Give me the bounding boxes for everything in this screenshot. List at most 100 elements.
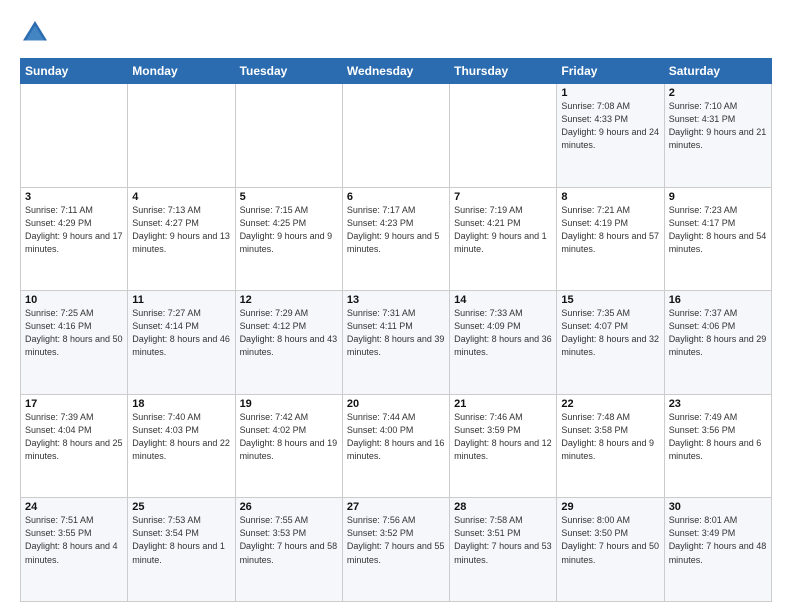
- calendar-week-3: 17Sunrise: 7:39 AM Sunset: 4:04 PM Dayli…: [21, 394, 772, 498]
- calendar-cell: 8Sunrise: 7:21 AM Sunset: 4:19 PM Daylig…: [557, 187, 664, 291]
- day-info: Sunrise: 7:11 AM Sunset: 4:29 PM Dayligh…: [25, 204, 123, 256]
- day-number: 20: [347, 398, 445, 410]
- day-number: 29: [561, 501, 659, 513]
- page: SundayMondayTuesdayWednesdayThursdayFrid…: [0, 0, 792, 612]
- day-number: 8: [561, 191, 659, 203]
- day-number: 13: [347, 294, 445, 306]
- day-number: 2: [669, 87, 767, 99]
- day-info: Sunrise: 7:48 AM Sunset: 3:58 PM Dayligh…: [561, 411, 659, 463]
- calendar-cell: 6Sunrise: 7:17 AM Sunset: 4:23 PM Daylig…: [342, 187, 449, 291]
- calendar-week-4: 24Sunrise: 7:51 AM Sunset: 3:55 PM Dayli…: [21, 498, 772, 602]
- day-number: 3: [25, 191, 123, 203]
- day-info: Sunrise: 7:15 AM Sunset: 4:25 PM Dayligh…: [240, 204, 338, 256]
- calendar-cell: 26Sunrise: 7:55 AM Sunset: 3:53 PM Dayli…: [235, 498, 342, 602]
- calendar-header-friday: Friday: [557, 59, 664, 84]
- calendar-header-saturday: Saturday: [664, 59, 771, 84]
- calendar-cell: [450, 84, 557, 188]
- day-number: 22: [561, 398, 659, 410]
- calendar-cell: 25Sunrise: 7:53 AM Sunset: 3:54 PM Dayli…: [128, 498, 235, 602]
- day-info: Sunrise: 7:37 AM Sunset: 4:06 PM Dayligh…: [669, 307, 767, 359]
- day-number: 27: [347, 501, 445, 513]
- day-number: 4: [132, 191, 230, 203]
- header: [20, 18, 772, 48]
- day-info: Sunrise: 7:13 AM Sunset: 4:27 PM Dayligh…: [132, 204, 230, 256]
- day-number: 21: [454, 398, 552, 410]
- calendar-cell: 17Sunrise: 7:39 AM Sunset: 4:04 PM Dayli…: [21, 394, 128, 498]
- calendar-cell: 11Sunrise: 7:27 AM Sunset: 4:14 PM Dayli…: [128, 291, 235, 395]
- calendar-cell: 9Sunrise: 7:23 AM Sunset: 4:17 PM Daylig…: [664, 187, 771, 291]
- day-info: Sunrise: 7:25 AM Sunset: 4:16 PM Dayligh…: [25, 307, 123, 359]
- calendar-cell: 4Sunrise: 7:13 AM Sunset: 4:27 PM Daylig…: [128, 187, 235, 291]
- day-info: Sunrise: 7:39 AM Sunset: 4:04 PM Dayligh…: [25, 411, 123, 463]
- day-number: 18: [132, 398, 230, 410]
- day-number: 24: [25, 501, 123, 513]
- day-number: 12: [240, 294, 338, 306]
- day-info: Sunrise: 7:10 AM Sunset: 4:31 PM Dayligh…: [669, 100, 767, 152]
- calendar-cell: 16Sunrise: 7:37 AM Sunset: 4:06 PM Dayli…: [664, 291, 771, 395]
- day-number: 7: [454, 191, 552, 203]
- calendar-cell: [235, 84, 342, 188]
- calendar-header-sunday: Sunday: [21, 59, 128, 84]
- day-number: 26: [240, 501, 338, 513]
- day-info: Sunrise: 7:31 AM Sunset: 4:11 PM Dayligh…: [347, 307, 445, 359]
- day-number: 9: [669, 191, 767, 203]
- day-info: Sunrise: 7:46 AM Sunset: 3:59 PM Dayligh…: [454, 411, 552, 463]
- calendar-cell: 5Sunrise: 7:15 AM Sunset: 4:25 PM Daylig…: [235, 187, 342, 291]
- day-number: 23: [669, 398, 767, 410]
- calendar-header-tuesday: Tuesday: [235, 59, 342, 84]
- calendar-cell: 14Sunrise: 7:33 AM Sunset: 4:09 PM Dayli…: [450, 291, 557, 395]
- calendar-cell: 22Sunrise: 7:48 AM Sunset: 3:58 PM Dayli…: [557, 394, 664, 498]
- calendar-cell: [21, 84, 128, 188]
- calendar-cell: 15Sunrise: 7:35 AM Sunset: 4:07 PM Dayli…: [557, 291, 664, 395]
- day-number: 14: [454, 294, 552, 306]
- day-info: Sunrise: 7:58 AM Sunset: 3:51 PM Dayligh…: [454, 514, 552, 566]
- calendar-cell: 2Sunrise: 7:10 AM Sunset: 4:31 PM Daylig…: [664, 84, 771, 188]
- calendar-week-1: 3Sunrise: 7:11 AM Sunset: 4:29 PM Daylig…: [21, 187, 772, 291]
- day-number: 1: [561, 87, 659, 99]
- calendar-cell: [128, 84, 235, 188]
- day-number: 30: [669, 501, 767, 513]
- calendar: SundayMondayTuesdayWednesdayThursdayFrid…: [20, 58, 772, 602]
- calendar-header-monday: Monday: [128, 59, 235, 84]
- calendar-week-2: 10Sunrise: 7:25 AM Sunset: 4:16 PM Dayli…: [21, 291, 772, 395]
- day-info: Sunrise: 7:17 AM Sunset: 4:23 PM Dayligh…: [347, 204, 445, 256]
- day-number: 19: [240, 398, 338, 410]
- day-info: Sunrise: 7:23 AM Sunset: 4:17 PM Dayligh…: [669, 204, 767, 256]
- calendar-cell: 29Sunrise: 8:00 AM Sunset: 3:50 PM Dayli…: [557, 498, 664, 602]
- calendar-cell: 27Sunrise: 7:56 AM Sunset: 3:52 PM Dayli…: [342, 498, 449, 602]
- calendar-cell: 21Sunrise: 7:46 AM Sunset: 3:59 PM Dayli…: [450, 394, 557, 498]
- day-info: Sunrise: 8:00 AM Sunset: 3:50 PM Dayligh…: [561, 514, 659, 566]
- day-number: 25: [132, 501, 230, 513]
- logo: [20, 18, 54, 48]
- calendar-cell: [342, 84, 449, 188]
- day-number: 28: [454, 501, 552, 513]
- day-info: Sunrise: 7:40 AM Sunset: 4:03 PM Dayligh…: [132, 411, 230, 463]
- calendar-cell: 10Sunrise: 7:25 AM Sunset: 4:16 PM Dayli…: [21, 291, 128, 395]
- calendar-cell: 23Sunrise: 7:49 AM Sunset: 3:56 PM Dayli…: [664, 394, 771, 498]
- day-info: Sunrise: 7:35 AM Sunset: 4:07 PM Dayligh…: [561, 307, 659, 359]
- day-number: 10: [25, 294, 123, 306]
- calendar-cell: 13Sunrise: 7:31 AM Sunset: 4:11 PM Dayli…: [342, 291, 449, 395]
- calendar-cell: 12Sunrise: 7:29 AM Sunset: 4:12 PM Dayli…: [235, 291, 342, 395]
- calendar-cell: 3Sunrise: 7:11 AM Sunset: 4:29 PM Daylig…: [21, 187, 128, 291]
- day-info: Sunrise: 7:49 AM Sunset: 3:56 PM Dayligh…: [669, 411, 767, 463]
- calendar-week-0: 1Sunrise: 7:08 AM Sunset: 4:33 PM Daylig…: [21, 84, 772, 188]
- day-number: 6: [347, 191, 445, 203]
- calendar-header-row: SundayMondayTuesdayWednesdayThursdayFrid…: [21, 59, 772, 84]
- day-number: 17: [25, 398, 123, 410]
- day-number: 16: [669, 294, 767, 306]
- day-info: Sunrise: 7:27 AM Sunset: 4:14 PM Dayligh…: [132, 307, 230, 359]
- calendar-cell: 7Sunrise: 7:19 AM Sunset: 4:21 PM Daylig…: [450, 187, 557, 291]
- day-info: Sunrise: 7:42 AM Sunset: 4:02 PM Dayligh…: [240, 411, 338, 463]
- calendar-cell: 28Sunrise: 7:58 AM Sunset: 3:51 PM Dayli…: [450, 498, 557, 602]
- calendar-cell: 30Sunrise: 8:01 AM Sunset: 3:49 PM Dayli…: [664, 498, 771, 602]
- calendar-cell: 24Sunrise: 7:51 AM Sunset: 3:55 PM Dayli…: [21, 498, 128, 602]
- day-number: 5: [240, 191, 338, 203]
- day-info: Sunrise: 7:29 AM Sunset: 4:12 PM Dayligh…: [240, 307, 338, 359]
- day-info: Sunrise: 7:53 AM Sunset: 3:54 PM Dayligh…: [132, 514, 230, 566]
- day-info: Sunrise: 7:55 AM Sunset: 3:53 PM Dayligh…: [240, 514, 338, 566]
- logo-icon: [20, 18, 50, 48]
- calendar-cell: 20Sunrise: 7:44 AM Sunset: 4:00 PM Dayli…: [342, 394, 449, 498]
- day-info: Sunrise: 7:19 AM Sunset: 4:21 PM Dayligh…: [454, 204, 552, 256]
- day-info: Sunrise: 7:08 AM Sunset: 4:33 PM Dayligh…: [561, 100, 659, 152]
